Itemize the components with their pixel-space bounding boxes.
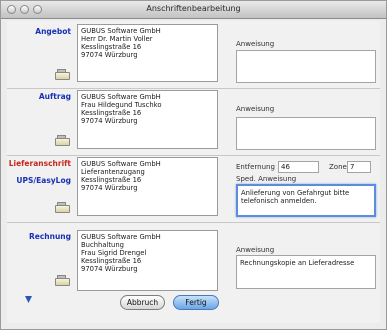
address-box-auftrag[interactable]: GUBUS Software GmbH Frau Hildegund Tusch… xyxy=(77,90,218,149)
address-line: Kesslingstraße 16 xyxy=(81,109,142,118)
cancel-button[interactable]: Abbruch xyxy=(120,295,165,310)
note-label-lieferanschrift: Sped. Anweisung xyxy=(236,175,297,183)
address-line: Buchhaltung xyxy=(81,241,124,250)
section-label-lieferanschrift: Lieferanschrift xyxy=(8,159,71,168)
note-label-rechnung: Anweisung xyxy=(236,246,275,254)
address-line: Frau Sigrid Drengel xyxy=(81,249,147,258)
zone-label: Zone xyxy=(329,163,347,171)
address-line: Lieferantenzugang xyxy=(81,168,145,177)
section-divider xyxy=(7,88,380,89)
done-button[interactable]: Fertig xyxy=(173,295,219,310)
address-box-lieferanschrift[interactable]: GUBUS Software GmbH Lieferantenzugang Ke… xyxy=(77,157,218,216)
content-area: Angebot GUBUS Software GmbH Herr Dr. Mar… xyxy=(7,21,380,323)
shipping-instruction-field[interactable]: Anlieferung von Gefahrgut bitte telefoni… xyxy=(236,184,376,217)
address-card-icon[interactable] xyxy=(55,135,72,147)
distance-input[interactable]: 46 xyxy=(278,161,319,173)
note-label-angebot: Anweisung xyxy=(236,40,275,48)
address-line: 97074 Würzburg xyxy=(81,184,138,193)
section-divider xyxy=(7,222,380,223)
section-sublabel-ups-easylog: UPS/EasyLog xyxy=(16,176,71,185)
address-line: 97074 Würzburg xyxy=(81,51,138,60)
address-line: GUBUS Software GmbH xyxy=(81,233,161,241)
address-line: GUBUS Software GmbH xyxy=(81,27,161,35)
address-card-icon[interactable] xyxy=(55,275,72,287)
address-line: Kesslingstraße 16 xyxy=(81,43,142,52)
address-line: GUBUS Software GmbH xyxy=(81,93,161,101)
section-label-angebot: Angebot xyxy=(35,27,71,36)
address-line: Kesslingstraße 16 xyxy=(81,257,142,266)
address-box-angebot[interactable]: GUBUS Software GmbH Herr Dr. Martin Voll… xyxy=(77,24,218,82)
window-title: Anschriftenbearbeitung xyxy=(146,4,241,13)
address-box-rechnung[interactable]: GUBUS Software GmbH Buchhaltung Frau Sig… xyxy=(77,230,218,291)
address-line: Herr Dr. Martin Voller xyxy=(81,35,153,44)
address-line: Frau Hildegund Tuschko xyxy=(81,101,162,110)
address-line: GUBUS Software GmbH xyxy=(81,160,161,168)
title-bar[interactable]: Anschriftenbearbeitung xyxy=(1,1,386,19)
help-icon[interactable] xyxy=(25,296,32,303)
address-editing-window: Anschriftenbearbeitung Angebot GUBUS Sof… xyxy=(0,0,387,330)
note-label-auftrag: Anweisung xyxy=(236,105,275,113)
address-line: Kesslingstraße 16 xyxy=(81,176,142,185)
section-divider xyxy=(7,155,380,156)
address-line: 97074 Würzburg xyxy=(81,117,138,126)
note-field-angebot[interactable] xyxy=(236,50,376,83)
address-line: 97074 Würzburg xyxy=(81,265,138,274)
section-label-auftrag: Auftrag xyxy=(38,92,71,101)
note-field-rechnung[interactable]: Rechnungskopie an Lieferadresse xyxy=(236,255,376,289)
note-field-auftrag[interactable] xyxy=(236,117,376,150)
distance-label: Entfernung xyxy=(236,163,275,171)
zone-input[interactable]: 7 xyxy=(347,161,371,173)
address-card-icon[interactable] xyxy=(55,69,72,81)
address-card-icon[interactable] xyxy=(55,202,72,214)
section-label-rechnung: Rechnung xyxy=(28,232,71,241)
